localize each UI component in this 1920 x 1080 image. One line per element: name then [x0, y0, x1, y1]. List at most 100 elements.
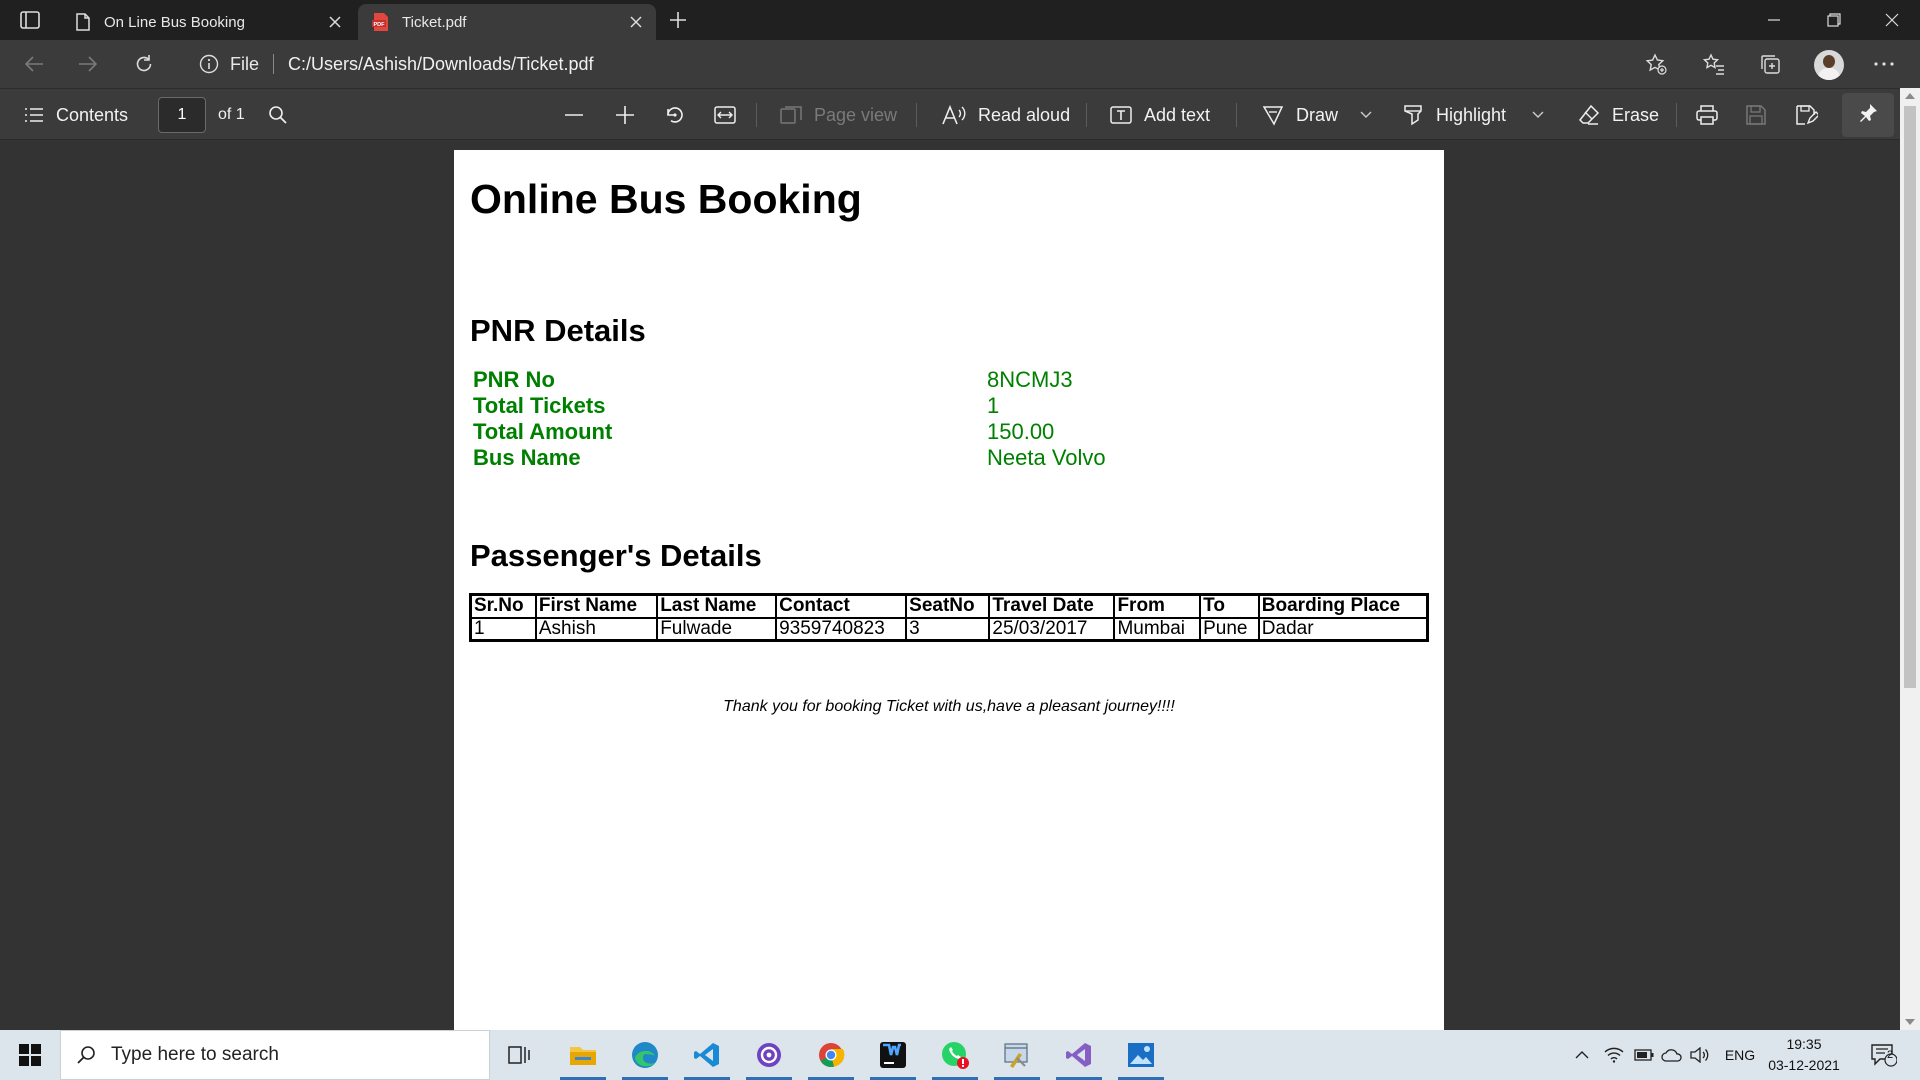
thank-you-message: Thank you for booking Ticket with us,hav…: [723, 698, 1175, 715]
svg-text:PDF: PDF: [374, 22, 386, 28]
chrome-icon[interactable]: [802, 1030, 860, 1080]
photos-icon[interactable]: [1112, 1030, 1170, 1080]
file-explorer-icon[interactable]: [554, 1030, 612, 1080]
print-button[interactable]: [1696, 89, 1730, 141]
tab-actions-icon[interactable]: [12, 6, 48, 34]
list-icon: [24, 107, 44, 123]
clock[interactable]: 19:35 03-12-2021: [1762, 1034, 1846, 1076]
profile-avatar[interactable]: [1814, 50, 1844, 80]
add-favorite-icon[interactable]: [1638, 48, 1674, 80]
pnr-value: Neeta Volvo: [987, 445, 1106, 470]
highlight-label: Highlight: [1436, 104, 1507, 125]
sql-server-tool-icon[interactable]: [988, 1030, 1046, 1080]
column-header: From: [1113, 593, 1202, 619]
tab-label: Ticket.pdf: [402, 13, 467, 31]
url-divider: [273, 54, 275, 74]
page-icon: [72, 11, 94, 33]
close-icon[interactable]: [622, 8, 650, 36]
table-cell: Pune: [1199, 616, 1260, 642]
draw-options-chevron[interactable]: [1360, 89, 1384, 141]
tab-online-bus-booking[interactable]: On Line Bus Booking: [60, 4, 355, 40]
task-view-icon[interactable]: [490, 1030, 548, 1080]
page-view-label: Page view: [814, 104, 898, 125]
refresh-icon[interactable]: [126, 48, 162, 80]
collections-icon[interactable]: [1752, 48, 1788, 80]
scroll-up-icon[interactable]: [1905, 93, 1915, 99]
erase-button[interactable]: Erase: [1578, 89, 1659, 141]
url-bar[interactable]: File C:/Users/Ashish/Downloads/Ticket.pd…: [182, 46, 1682, 82]
info-icon[interactable]: [194, 54, 224, 74]
edge-icon[interactable]: [616, 1030, 674, 1080]
draw-label: Draw: [1296, 104, 1339, 125]
github-desktop-icon[interactable]: [740, 1030, 798, 1080]
read-aloud-button[interactable]: Read aloud: [942, 89, 1070, 141]
whatsapp-icon[interactable]: [926, 1030, 984, 1080]
taskbar-search-box[interactable]: Type here to search: [60, 1030, 490, 1080]
erase-label: Erase: [1612, 104, 1660, 125]
more-options-icon[interactable]: [1866, 48, 1902, 80]
tab-ticket-pdf[interactable]: PDF Ticket.pdf: [358, 4, 656, 40]
onedrive-icon[interactable]: [1658, 1030, 1686, 1080]
pnr-row: Total Amount 150.00: [473, 419, 1433, 445]
scroll-down-icon[interactable]: [1905, 1019, 1915, 1025]
highlight-button[interactable]: Highlight: [1402, 89, 1506, 141]
contents-label: Contents: [56, 104, 129, 125]
save-as-button[interactable]: [1796, 89, 1830, 141]
windows-start-icon[interactable]: [0, 1030, 60, 1080]
column-header: Contact: [775, 593, 908, 619]
forward-icon[interactable]: [70, 48, 106, 80]
zoom-in-button[interactable]: [615, 89, 647, 141]
pdf-viewport[interactable]: Online Bus Booking PNR Details PNR No 8N…: [0, 141, 1900, 1030]
toolbar-divider: [1236, 103, 1237, 127]
column-header: Sr.No: [469, 593, 537, 619]
tab-label: On Line Bus Booking: [104, 13, 245, 31]
url-path: C:/Users/Ashish/Downloads/Ticket.pdf: [288, 53, 594, 74]
vscode-icon[interactable]: [678, 1030, 736, 1080]
passenger-heading: Passenger's Details: [470, 538, 762, 573]
volume-icon[interactable]: [1686, 1030, 1714, 1080]
highlight-options-chevron[interactable]: [1532, 89, 1556, 141]
scrollbar-thumb[interactable]: [1904, 106, 1916, 688]
table-cell: Fulwade: [656, 616, 778, 642]
search-placeholder: Type here to search: [111, 1044, 279, 1065]
close-window-icon[interactable]: [1864, 0, 1920, 40]
zoom-out-button[interactable]: [564, 89, 596, 141]
clock-date: 03-12-2021: [1768, 1057, 1840, 1073]
fit-width-button[interactable]: [714, 89, 748, 141]
toolbar-divider: [916, 103, 917, 127]
add-text-button[interactable]: Add text: [1110, 89, 1210, 141]
page-view-button[interactable]: Page view: [780, 89, 897, 141]
notification-center-icon[interactable]: 2: [1866, 1038, 1902, 1072]
battery-icon[interactable]: [1630, 1030, 1658, 1080]
table-cell: Ashish: [534, 616, 659, 642]
minimize-icon[interactable]: [1746, 0, 1802, 40]
page-number-input[interactable]: 1: [158, 97, 206, 133]
tab-bar: On Line Bus Booking PDF Ticket.pdf: [0, 0, 1920, 40]
vertical-scrollbar[interactable]: [1900, 88, 1920, 1030]
column-header: To: [1199, 593, 1260, 619]
webstorm-icon[interactable]: [864, 1030, 922, 1080]
pin-toolbar-button[interactable]: [1842, 93, 1894, 137]
rotate-button[interactable]: [664, 89, 698, 141]
draw-button[interactable]: Draw: [1262, 89, 1338, 141]
pnr-key: Total Tickets: [473, 393, 606, 418]
find-button[interactable]: [268, 89, 300, 141]
favorites-icon[interactable]: [1696, 48, 1732, 80]
wifi-icon[interactable]: [1600, 1030, 1628, 1080]
read-aloud-icon: [942, 105, 966, 125]
contents-button[interactable]: Contents: [24, 89, 128, 141]
back-icon[interactable]: [16, 48, 52, 80]
pnr-value: 8NCMJ3: [987, 367, 1073, 392]
rotate-icon: [664, 104, 686, 126]
language-indicator[interactable]: ENG: [1722, 1030, 1758, 1080]
column-header: First Name: [534, 593, 659, 619]
close-icon[interactable]: [321, 8, 349, 36]
notification-count: 2: [1887, 1049, 1894, 1061]
pin-icon: [1858, 103, 1878, 128]
chevron-up-icon[interactable]: [1570, 1030, 1594, 1080]
new-tab-icon[interactable]: [662, 6, 694, 34]
toolbar-divider: [756, 103, 757, 127]
visual-studio-icon[interactable]: [1050, 1030, 1108, 1080]
save-button[interactable]: [1746, 89, 1778, 141]
restore-icon[interactable]: [1806, 0, 1862, 40]
